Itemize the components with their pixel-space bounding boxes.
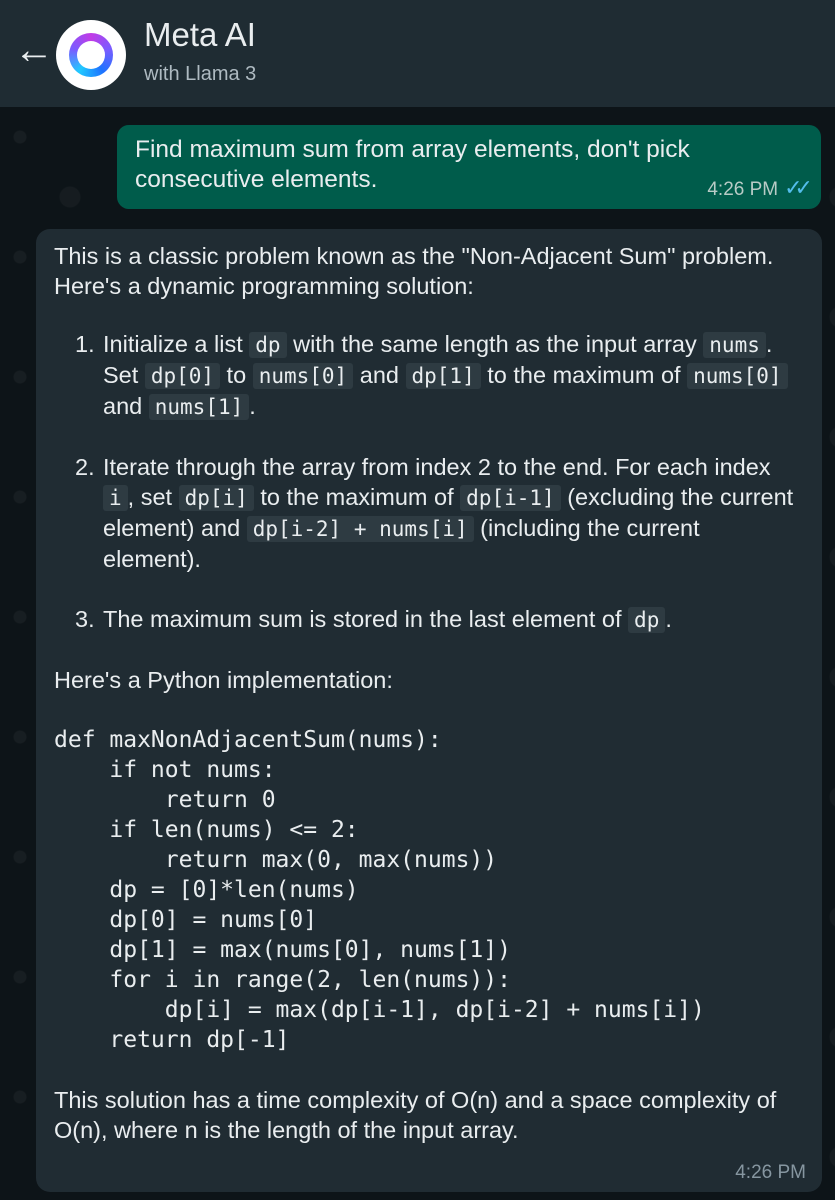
inline-code: nums[1] [148,394,250,420]
step-text: . [665,606,672,632]
step-text: Initialize a list [103,331,250,357]
chat-header: ← Meta AI with Llama 3 [0,0,835,107]
inline-code: dp[i] [178,485,254,511]
step-text: to [220,362,253,388]
list-number: 2. [75,454,95,480]
step-text: . [249,393,256,419]
chat-title[interactable]: Meta AI [144,16,256,54]
inline-code: dp[1] [405,363,481,389]
inline-code: dp[i-1] [460,485,561,511]
reply-closing: This solution has a time complexity of O… [54,1087,777,1143]
outgoing-message-meta: 4:26 PM ✓✓ [707,175,813,201]
list-number: 1. [75,331,95,357]
inline-code: dp[0] [144,363,221,389]
inline-code: dp [628,607,666,633]
step-text: to the maximum of [480,362,688,388]
double-check-icon: ✓✓ [784,175,813,200]
inline-code: i [103,485,128,511]
code-block[interactable]: def maxNonAdjacentSum(nums): if not nums… [54,725,804,1055]
inline-code: dp[i-2] + nums[i] [246,516,474,542]
step-text: , set [127,484,179,510]
list-number: 3. [75,606,95,632]
meta-ai-avatar[interactable] [56,20,126,90]
list-item: 3. The maximum sum is stored in the last… [54,604,804,635]
step-text: with the same length as the input array [286,331,704,357]
arrow-left-icon[interactable]: ← [14,28,54,72]
inline-code: dp [249,332,287,358]
outgoing-message-text: Find maximum sum from array elements, do… [135,136,690,193]
steps-list: 1. Initialize a list dp with the same le… [54,329,804,635]
inline-code: nums [703,332,766,358]
incoming-message[interactable]: This is a classic problem known as the "… [36,229,822,1192]
step-text: to the maximum of [253,484,461,510]
inline-code: nums[0] [687,363,788,389]
step-text: and [353,362,406,388]
list-item: 2. Iterate through the array from index … [54,452,804,574]
reply-intro: This is a classic problem known as the "… [54,243,774,299]
meta-ai-logo-icon [69,33,113,77]
step-text: The maximum sum is stored in the last el… [103,606,629,632]
list-item: 1. Initialize a list dp with the same le… [54,329,804,422]
inline-code: nums[0] [252,363,354,389]
outgoing-message[interactable]: Find maximum sum from array elements, do… [117,125,821,209]
incoming-message-time: 4:26 PM [735,1162,806,1183]
step-text: Iterate through the array from index 2 t… [103,454,771,480]
implementation-label: Here's a Python implementation: [54,667,393,693]
chat-subtitle: with Llama 3 [144,63,257,85]
step-text: and [103,393,149,419]
outgoing-message-time: 4:26 PM [707,179,779,200]
